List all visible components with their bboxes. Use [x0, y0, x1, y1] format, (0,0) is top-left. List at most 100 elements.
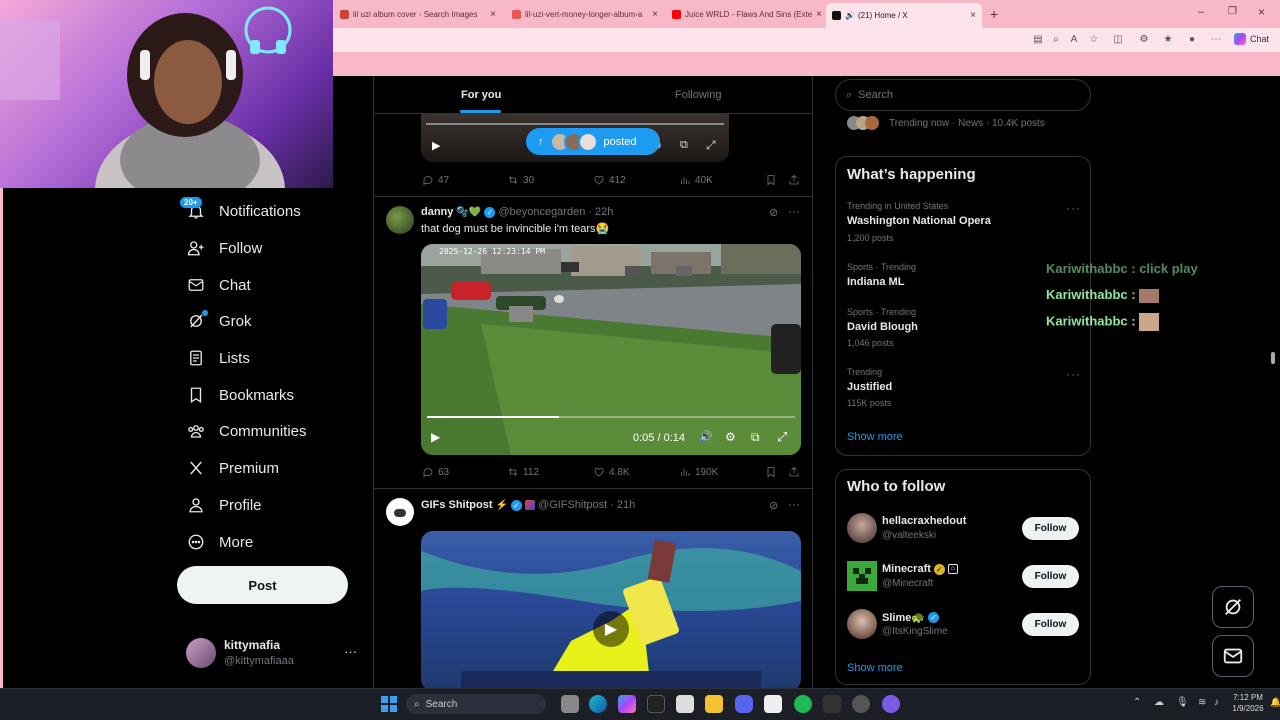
page-scrollbar[interactable] [1270, 80, 1276, 680]
popout-icon[interactable]: ⧉ [680, 139, 688, 152]
volume-icon[interactable]: 🔊 [699, 430, 713, 443]
show-more-link[interactable]: Show more [847, 431, 903, 443]
repost-count[interactable]: 112 [507, 466, 539, 478]
tweet-author-handle[interactable]: @GIFShitpost [538, 499, 607, 511]
read-aloud-icon[interactable]: A [1068, 34, 1080, 46]
steam-icon[interactable] [852, 695, 870, 713]
view-count[interactable]: 40K [679, 174, 713, 186]
share-button[interactable] [788, 174, 804, 186]
bookmark-button[interactable] [765, 466, 781, 478]
tweet-author-name[interactable]: danny [421, 206, 453, 218]
grok-analyze-icon[interactable]: ⊘ [769, 499, 778, 512]
tab-x-home[interactable]: 🔊 (21) Home / X × [826, 3, 982, 28]
sidebar-item-grok[interactable]: Grok [186, 306, 252, 336]
tab-following[interactable]: Following [675, 89, 721, 101]
task-view-icon[interactable] [561, 695, 579, 713]
account-avatar[interactable] [186, 638, 216, 668]
avatar[interactable] [847, 609, 877, 639]
new-posts-pill[interactable]: ↑ posted [526, 128, 660, 155]
windows-start-icon[interactable] [381, 696, 397, 712]
close-icon[interactable]: × [648, 9, 658, 20]
trend-item[interactable]: Indiana ML [847, 276, 904, 288]
zoom-icon[interactable]: ⌕ [1050, 34, 1062, 46]
follow-button[interactable]: Follow [1022, 613, 1079, 636]
suggestion-name[interactable]: hellacraxhedout [882, 515, 966, 527]
tweet-gif[interactable]: ▶ [421, 531, 801, 688]
reply-count[interactable]: 63 [422, 466, 449, 478]
play-icon[interactable]: ▶ [593, 611, 629, 647]
video-progress[interactable] [426, 123, 724, 125]
sidebar-item-follow[interactable]: Follow [186, 233, 262, 263]
obs-icon[interactable] [823, 695, 841, 713]
bookmark-button[interactable] [765, 174, 781, 186]
tab-album[interactable]: lil-uzi-vert-money-longer-album-a × [506, 4, 664, 24]
tweet-author-name[interactable]: GIFs Shitpost [421, 499, 493, 511]
store-icon[interactable] [676, 695, 694, 713]
twitch-icon[interactable] [882, 695, 900, 713]
tab-for-you[interactable]: For you [461, 89, 501, 101]
volume-icon[interactable]: ♪ [1214, 697, 1219, 708]
copilot-chat-button[interactable]: Chat [1234, 33, 1269, 45]
trend-item[interactable]: Justified [847, 381, 892, 393]
grok-button[interactable] [1212, 586, 1254, 628]
close-icon[interactable]: × [966, 10, 976, 21]
follow-button[interactable]: Follow [1022, 565, 1079, 588]
reply-count[interactable]: 47 [422, 174, 449, 186]
like-count[interactable]: 412 [593, 174, 626, 186]
share-button[interactable] [788, 466, 804, 478]
trend-more-icon[interactable]: ··· [1066, 201, 1081, 215]
suggestion-name[interactable]: Minecraft [882, 563, 931, 575]
avatar[interactable] [386, 206, 414, 234]
play-icon[interactable]: ▶ [432, 139, 440, 152]
file-explorer-icon[interactable] [705, 695, 723, 713]
new-tab-button[interactable]: + [990, 6, 998, 22]
scrollbar-thumb[interactable] [1271, 352, 1275, 364]
sidebar-item-communities[interactable]: Communities [186, 416, 307, 446]
avatar[interactable] [386, 498, 414, 526]
fullscreen-icon[interactable]: ⤢ [777, 429, 787, 445]
tweet-author-handle[interactable]: @beyoncegarden [498, 206, 585, 218]
grok-analyze-icon[interactable]: ⊘ [769, 206, 778, 219]
spotify-icon[interactable] [794, 695, 812, 713]
like-count[interactable]: 4.8K [593, 466, 630, 478]
search-input[interactable] [858, 89, 1069, 101]
repost-count[interactable]: 30 [507, 174, 534, 186]
sidebar-item-more[interactable]: More [186, 527, 253, 557]
sidebar-item-bookmarks[interactable]: Bookmarks [186, 380, 294, 410]
edge-icon[interactable] [589, 695, 607, 713]
minimize-button[interactable]: – [1198, 6, 1204, 18]
tweet-more-icon[interactable]: ··· [788, 204, 800, 218]
tweet-time[interactable]: · 22h [588, 206, 613, 218]
wifi-icon[interactable]: ≋ [1198, 697, 1206, 708]
settings-icon[interactable]: ⚙ [725, 430, 736, 444]
view-count[interactable]: 190K [679, 466, 718, 478]
messages-button[interactable] [1212, 635, 1254, 677]
tweet-more-icon[interactable]: ··· [788, 497, 800, 511]
follow-button[interactable]: Follow [1022, 517, 1079, 540]
extensions-icon[interactable]: ⚙ [1138, 34, 1150, 46]
tab-youtube[interactable]: Juice WRLD - Flaws And Sins (Exte × [666, 4, 824, 24]
trend-item[interactable]: David Blough [847, 321, 918, 333]
avatar[interactable] [847, 561, 877, 591]
notification-bell-icon[interactable]: 🔔 [1270, 697, 1280, 708]
suggestion-name[interactable]: Slime🐢 [882, 611, 925, 624]
favorite-star-icon[interactable]: ☆ [1088, 34, 1100, 46]
search-box[interactable]: ⌕ [835, 79, 1091, 111]
tab-search-images[interactable]: lil uzi album cover - Search Images × [334, 4, 502, 24]
cloud-icon[interactable]: ☁ [1154, 697, 1164, 708]
discord-icon[interactable] [735, 695, 753, 713]
video-progress-track[interactable] [427, 416, 795, 418]
fullscreen-icon[interactable]: ⤢ [706, 138, 716, 153]
close-icon[interactable]: × [812, 9, 822, 20]
close-icon[interactable]: × [486, 9, 496, 20]
sidebar-item-lists[interactable]: Lists [186, 343, 250, 373]
sidebar-item-premium[interactable]: Premium [186, 453, 279, 483]
tweet-time[interactable]: · 21h [610, 499, 635, 511]
clock[interactable]: 7:12 PM 1/9/2026 [1230, 692, 1266, 714]
profile-avatar-icon[interactable]: ● [1186, 34, 1198, 46]
maximize-button[interactable]: ❐ [1228, 6, 1237, 17]
menu-dots-icon[interactable]: ⋯ [1210, 34, 1222, 46]
post-button[interactable]: Post [177, 566, 348, 604]
notepad-icon[interactable] [764, 695, 782, 713]
sidebar-item-profile[interactable]: Profile [186, 490, 262, 520]
